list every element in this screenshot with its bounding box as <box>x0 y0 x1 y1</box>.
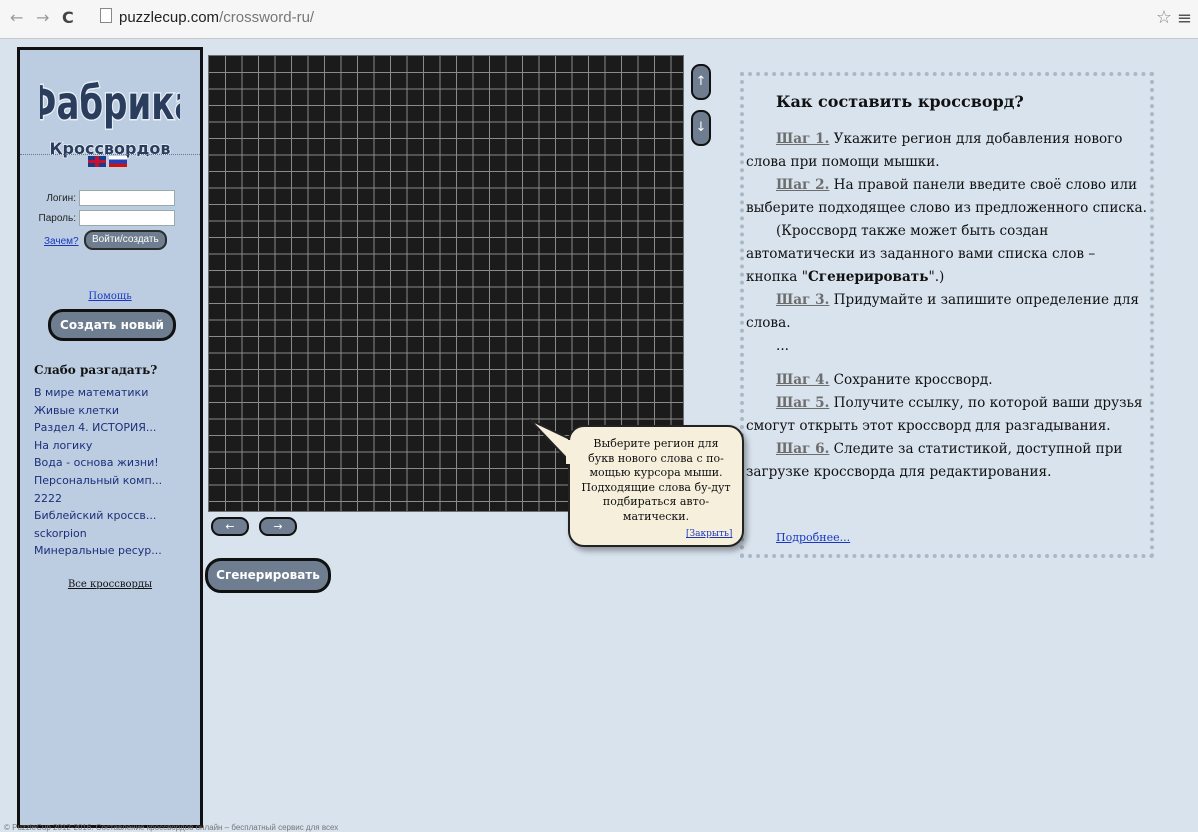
more-link[interactable]: Подробнее... <box>776 531 850 544</box>
step-5: Шаг 5. Получите ссылку, по которой ваши … <box>746 392 1150 438</box>
crossword-link[interactable]: В мире математики <box>34 384 162 402</box>
instructions-body: Шаг 1. Укажите регион для добавления нов… <box>746 128 1150 484</box>
logo-line1: Фабрика <box>40 77 180 130</box>
step-2: Шаг 2. На правой панели введите своё сло… <box>746 174 1150 220</box>
url-domain: puzzlecup.com <box>119 9 220 26</box>
tooltip-close-link[interactable]: [Закрыть] <box>686 529 732 539</box>
crossword-list: В мире математики Живые клетки Раздел 4.… <box>34 384 162 560</box>
login-button[interactable]: Войти/создать <box>84 230 167 250</box>
help-link[interactable]: Помощь <box>20 291 200 302</box>
crossword-link[interactable]: Раздел 4. ИСТОРИЯ... <box>34 419 162 437</box>
create-new-button[interactable]: Создать новый <box>48 309 176 341</box>
scroll-left-button[interactable]: ← <box>211 517 249 536</box>
all-crosswords-link[interactable]: Все кроссворды <box>20 579 200 590</box>
step-4: Шаг 4. Сохраните кроссворд. <box>746 369 1150 392</box>
address-bar[interactable]: puzzlecup.com/crossword-ru/ <box>100 7 1150 29</box>
login-input[interactable] <box>79 190 175 206</box>
sidebar: Фабрика Кроссвордов Логин: Пароль: Зачем… <box>17 47 203 828</box>
crossword-link[interactable]: 2222 <box>34 490 162 508</box>
instructions-title: Как составить кроссворд? <box>776 92 1024 111</box>
step-3-link[interactable]: Шаг 3. <box>776 292 829 308</box>
language-flags <box>88 156 130 168</box>
crossword-link[interactable]: Минеральные ресур... <box>34 542 162 560</box>
password-row: Пароль: <box>20 210 175 226</box>
scroll-up-button[interactable]: ↑ <box>691 64 711 100</box>
menu-icon[interactable]: ≡ <box>1177 8 1192 29</box>
note-text-after: ".) <box>928 269 945 285</box>
crossword-link[interactable]: sckorpion <box>34 525 162 543</box>
weak-crosswords-heading: Слабо разгадать? <box>34 363 158 377</box>
login-row: Логин: <box>20 190 175 206</box>
generate-note: (Кроссворд также может быть создан автом… <box>746 220 1150 289</box>
step-1-link[interactable]: Шаг 1. <box>776 131 829 147</box>
ellipsis: ... <box>776 338 789 354</box>
footer: © PuzzleCup 2012-2016. Составление кросс… <box>4 823 339 832</box>
crossword-link[interactable]: Живые клетки <box>34 402 162 420</box>
page-icon <box>100 8 112 23</box>
crossword-link[interactable]: Персональный комп... <box>34 472 162 490</box>
step-4-text: Сохраните кроссворд. <box>829 372 993 388</box>
reload-icon[interactable]: C <box>62 9 74 27</box>
scroll-down-button[interactable]: ↓ <box>691 110 711 146</box>
forward-icon[interactable]: → <box>36 9 49 27</box>
tooltip-balloon: Выберите регион для букв нового слова с … <box>568 425 744 547</box>
step-3: Шаг 3. Придумайте и запишите определение… <box>746 289 1150 335</box>
step-6: Шаг 6. Следите за статистикой, доступной… <box>746 438 1150 484</box>
password-input[interactable] <box>79 210 175 226</box>
crossword-link[interactable]: Вода - основа жизни! <box>34 454 162 472</box>
english-flag-icon[interactable] <box>88 156 106 167</box>
step-5-link[interactable]: Шаг 5. <box>776 395 829 411</box>
crossword-link[interactable]: Библейский кроссв... <box>34 507 162 525</box>
tooltip-pointer-cover <box>566 440 572 464</box>
step-4-link[interactable]: Шаг 4. <box>776 372 829 388</box>
site-logo[interactable]: Фабрика Кроссвордов <box>40 68 180 160</box>
bookmark-star-icon[interactable]: ☆ <box>1156 7 1172 28</box>
back-icon[interactable]: ← <box>10 9 23 27</box>
step-2-link[interactable]: Шаг 2. <box>776 177 829 193</box>
step-6-link[interactable]: Шаг 6. <box>776 441 829 457</box>
login-label: Логин: <box>46 192 76 204</box>
scroll-right-button[interactable]: → <box>259 517 297 536</box>
browser-toolbar: ← → C puzzlecup.com/crossword-ru/ ☆ ≡ <box>0 0 1198 39</box>
russian-flag-icon[interactable] <box>109 156 127 167</box>
logo-divider <box>20 154 200 155</box>
instructions-panel: Как составить кроссворд? Шаг 1. Укажите … <box>740 72 1154 558</box>
note-bold: Сгенерировать <box>807 269 929 285</box>
url-path: /crossword-ru/ <box>219 9 315 26</box>
step-1: Шаг 1. Укажите регион для добавления нов… <box>746 128 1150 174</box>
password-label: Пароль: <box>38 212 76 224</box>
crossword-link[interactable]: На логику <box>34 437 162 455</box>
generate-button[interactable]: Сгенерировать <box>205 558 331 593</box>
tooltip-text: Выберите регион для букв нового слова с … <box>581 437 731 523</box>
why-link[interactable]: Зачем? <box>44 236 79 247</box>
